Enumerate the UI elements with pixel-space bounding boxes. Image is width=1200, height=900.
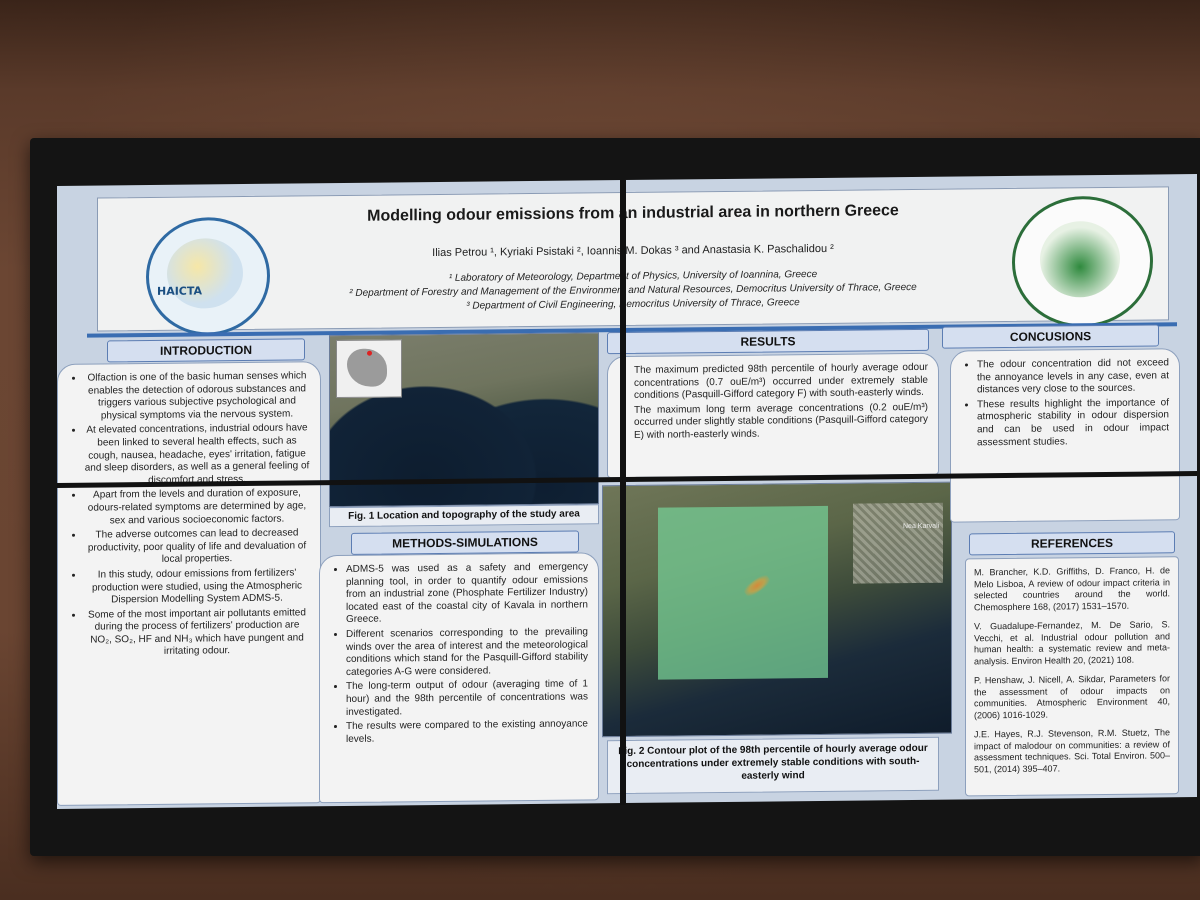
- reference-item: P. Henshaw, J. Nicell, A. Sikdar, Parame…: [974, 673, 1170, 720]
- reference-item: J.E. Hayes, R.J. Stevenson, R.M. Stuetz,…: [974, 727, 1170, 774]
- fig2-caption: Fig. 2 Contour plot of the 98th percenti…: [607, 736, 939, 795]
- methods-item: The long-term output of odour (averaging…: [346, 679, 588, 719]
- methods-item: The results were compared to the existin…: [346, 719, 588, 747]
- poster-screen: HAICTA Modelling odour emissions from an…: [57, 174, 1197, 809]
- methods-panel: ADMS-5 was used as a safety and emergenc…: [319, 552, 599, 804]
- conclusions-item: These results highlight the importance o…: [977, 397, 1169, 449]
- results-item: The maximum long term average concentrat…: [634, 402, 928, 443]
- reference-item: M. Brancher, K.D. Griffiths, D. Franco, …: [974, 565, 1170, 612]
- methods-heading: METHODS-SIMULATIONS: [351, 530, 579, 555]
- bezel-vertical-seam: [620, 180, 626, 805]
- odour-contour-overlay: [658, 505, 828, 680]
- conclusions-item: The odour concentration did not exceed t…: [977, 357, 1169, 397]
- intro-item: At elevated concentrations, industrial o…: [84, 423, 310, 488]
- results-heading: RESULTS: [607, 328, 929, 355]
- town-label: Nea Karvali: [903, 522, 940, 531]
- map-emblem-icon: [1040, 220, 1120, 298]
- introduction-heading: INTRODUCTION: [107, 338, 305, 363]
- intro-item: Some of the most important air pollutant…: [84, 607, 310, 660]
- results-item: The maximum predicted 98th percentile of…: [634, 362, 928, 403]
- intro-item: Olfaction is one of the basic human sens…: [84, 370, 310, 423]
- location-marker-icon: [367, 350, 372, 356]
- fig1-caption: Fig. 1 Location and topography of the st…: [329, 504, 599, 528]
- town-area: [853, 502, 943, 584]
- university-logo: [1012, 195, 1153, 328]
- intro-item: The adverse outcomes can lead to decreas…: [84, 527, 310, 567]
- results-panel: The maximum predicted 98th percentile of…: [607, 352, 939, 479]
- greece-inset-map: [336, 339, 402, 399]
- methods-item: Different scenarios corresponding to the…: [346, 626, 588, 679]
- intro-item: In this study, odour emissions from fert…: [84, 567, 310, 607]
- references-panel: M. Brancher, K.D. Griffiths, D. Franco, …: [965, 556, 1179, 797]
- conclusions-panel: The odour concentration did not exceed t…: [950, 348, 1180, 523]
- conclusions-heading: CONCUSIONS: [942, 324, 1159, 349]
- contour-plot-map: Nea Karvali: [602, 481, 952, 738]
- poster-title: Modelling odour emissions from an indust…: [367, 202, 899, 225]
- intro-item: Apart from the levels and duration of ex…: [84, 488, 310, 528]
- references-heading: REFERENCES: [969, 531, 1175, 556]
- methods-item: ADMS-5 was used as a safety and emergenc…: [346, 561, 588, 627]
- poster-header: HAICTA Modelling odour emissions from an…: [97, 186, 1169, 337]
- reference-item: V. Guadalupe-Fernandez, M. De Sario, S. …: [974, 619, 1170, 666]
- introduction-panel: Olfaction is one of the basic human sens…: [57, 361, 321, 806]
